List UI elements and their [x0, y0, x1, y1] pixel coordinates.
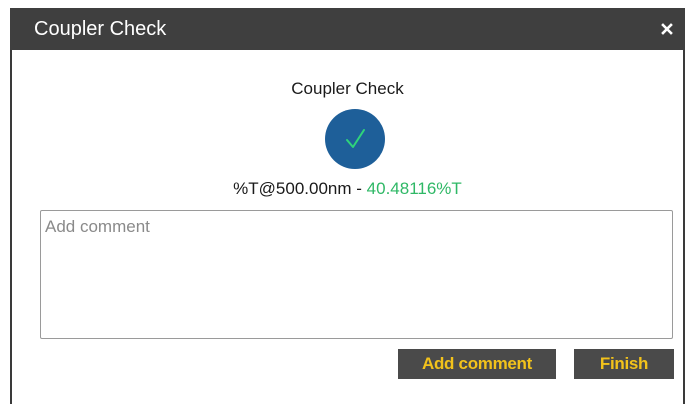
finish-button[interactable]: Finish — [574, 349, 674, 379]
dialog-title: Coupler Check — [34, 18, 167, 40]
dialog-title-bar: Coupler Check — [10, 8, 685, 50]
measurement-readout: %T@500.00nm - 40.48116%T — [12, 179, 683, 199]
coupler-check-dialog: Coupler Check Coupler Check %T@500.00nm … — [10, 8, 685, 404]
measurement-label: %T@500.00nm - — [233, 179, 367, 198]
add-comment-button[interactable]: Add comment — [398, 349, 556, 379]
close-icon[interactable] — [659, 21, 675, 37]
comment-textarea[interactable] — [40, 210, 673, 339]
check-heading: Coupler Check — [291, 79, 404, 98]
checkmark-icon — [346, 129, 365, 148]
measurement-value: 40.48116%T — [366, 179, 462, 198]
status-check-badge — [325, 109, 385, 169]
